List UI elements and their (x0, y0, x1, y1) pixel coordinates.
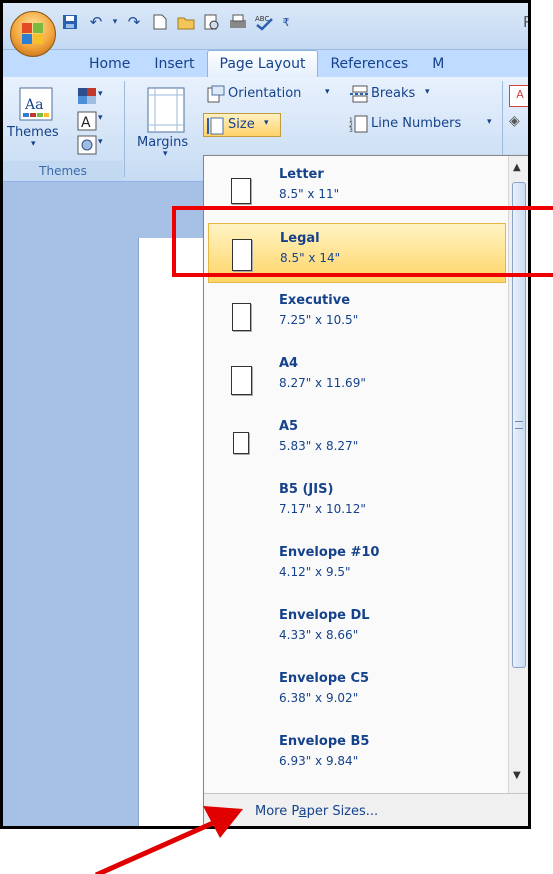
breaks-button[interactable]: Breaks ▾ (349, 83, 449, 105)
more-paper-sizes-label: More Paper Sizes... (255, 804, 379, 819)
print-preview-icon[interactable] (201, 11, 223, 33)
chevron-down-icon: ▾ (264, 118, 269, 128)
paper-sheet-icon (231, 303, 251, 331)
paper-size-name: Executive (279, 293, 351, 308)
theme-fonts-icon: A (77, 111, 97, 131)
annotation-highlight-box (172, 206, 553, 277)
spelling-icon[interactable]: ABC (253, 11, 275, 33)
office-button[interactable] (10, 11, 56, 57)
svg-text:Aa: Aa (24, 97, 43, 113)
office-logo-icon (22, 23, 44, 45)
save-icon[interactable] (59, 11, 81, 33)
paper-sheet-icon (231, 178, 251, 204)
orientation-button[interactable]: Orientation ▾ (207, 83, 347, 105)
watermark-icon[interactable]: A (509, 85, 528, 107)
paper-sheet-icon (230, 365, 252, 395)
breaks-icon (350, 85, 369, 103)
chevron-down-icon: ▾ (98, 89, 103, 99)
themes-dropdown-icon: ▾ (31, 139, 36, 149)
margins-button[interactable]: Margins ▾ (133, 87, 199, 159)
svg-text:ABC: ABC (255, 15, 269, 23)
customize-toolbar-icon[interactable]: ₹ (279, 11, 293, 33)
paper-size-name: Envelope #10 (279, 545, 380, 560)
theme-fonts-button[interactable]: A ▾ (77, 111, 107, 131)
paper-size-item[interactable]: Executive 7.25" x 10.5" (208, 286, 506, 346)
paper-size-dimensions: 5.83" x 8.27" (279, 439, 359, 453)
orientation-label: Orientation (228, 86, 302, 101)
size-label: Size (228, 117, 255, 132)
paper-size-dimensions: 4.12" x 9.5" (279, 565, 351, 579)
paper-size-name: A4 (279, 356, 299, 371)
undo-dropdown-icon[interactable]: ▾ (111, 11, 119, 33)
paper-size-item[interactable]: A4 8.27" x 11.69" (208, 349, 506, 409)
paper-size-dimensions: 4.33" x 8.66" (279, 628, 359, 642)
svg-text:3: 3 (349, 127, 353, 133)
tab-home[interactable]: Home (59, 51, 142, 77)
paper-size-dimensions: 6.38" x 9.02" (279, 691, 359, 705)
chevron-down-icon: ▾ (487, 117, 492, 127)
open-folder-icon[interactable] (175, 11, 197, 33)
tab-page-layout[interactable]: Page Layout (206, 50, 319, 77)
tab-insert[interactable]: Insert (142, 51, 206, 77)
more-paper-sizes-item[interactable]: More Paper Sizes... (204, 793, 528, 826)
window-title: P (523, 13, 528, 31)
scroll-down-icon[interactable]: ▼ (513, 770, 521, 781)
paper-size-item[interactable]: Envelope C5 6.38" x 9.02" (208, 664, 506, 724)
paper-size-dimensions: 7.17" x 10.12" (279, 502, 366, 516)
word-window: P ↶ ▾ ↷ ABC ₹ Home (0, 0, 531, 829)
chevron-down-icon: ▾ (98, 137, 103, 147)
size-icon (207, 117, 224, 135)
svg-text:A: A (81, 115, 91, 131)
paper-size-item[interactable]: Envelope DL 4.33" x 8.66" (208, 601, 506, 661)
tab-references[interactable]: References (318, 51, 420, 77)
line-numbers-label: Line Numbers (371, 116, 462, 131)
theme-effects-icon (77, 135, 97, 155)
paper-size-dimensions: 7.25" x 10.5" (279, 313, 359, 327)
grip-icon (515, 421, 523, 429)
paper-size-dimensions: 8.27" x 11.69" (279, 376, 366, 390)
theme-colors-icon (78, 88, 96, 104)
redo-icon[interactable]: ↷ (123, 11, 145, 33)
orientation-icon (207, 85, 225, 103)
margins-dropdown-icon: ▾ (163, 149, 168, 159)
line-numbers-icon: 123 (349, 115, 368, 133)
breaks-label: Breaks (371, 86, 416, 101)
paper-size-name: Envelope DL (279, 608, 370, 623)
paper-sheet-icon (233, 432, 249, 454)
margins-label: Margins (137, 135, 189, 150)
line-numbers-button[interactable]: 123 Line Numbers ▾ (349, 113, 499, 135)
themes-label: Themes (7, 125, 59, 140)
ribbon-tabs: Home Insert Page Layout References M (59, 49, 456, 77)
paper-size-name: Envelope B5 (279, 734, 370, 749)
paper-size-item[interactable]: Envelope #10 4.12" x 9.5" (208, 538, 506, 598)
chevron-down-icon: ▾ (425, 87, 430, 97)
tab-mailings[interactable]: M (420, 51, 456, 77)
document-page[interactable] (138, 238, 209, 826)
scroll-up-icon[interactable]: ▲ (513, 162, 521, 173)
paper-size-item[interactable]: Envelope B5 6.93" x 9.84" (208, 727, 506, 787)
paper-size-dimensions: 8.5" x 11" (279, 187, 340, 201)
new-document-icon[interactable] (149, 11, 171, 33)
chevron-down-icon: ▾ (325, 87, 330, 97)
group-divider (124, 81, 125, 177)
paper-size-name: A5 (279, 419, 299, 434)
margins-icon (147, 87, 185, 133)
paper-size-item[interactable]: B5 (JIS) 7.17" x 10.12" (208, 475, 506, 535)
themes-icon: Aa (19, 87, 53, 121)
themes-button[interactable]: Aa Themes ▾ (7, 87, 69, 151)
print-icon[interactable] (227, 11, 249, 33)
page-color-icon[interactable]: ◈ (509, 113, 528, 133)
paper-size-name: B5 (JIS) (279, 482, 334, 497)
undo-icon[interactable]: ↶ (85, 11, 107, 33)
themes-group-label: Themes (3, 161, 123, 181)
theme-effects-button[interactable]: ▾ (77, 135, 107, 155)
chevron-down-icon: ▾ (98, 113, 103, 123)
paper-size-name: Envelope C5 (279, 671, 370, 686)
quick-access-toolbar: ↶ ▾ ↷ ABC ₹ (59, 9, 293, 35)
paper-size-item[interactable]: A5 5.83" x 8.27" (208, 412, 506, 472)
theme-colors-button[interactable]: ▾ (77, 87, 107, 107)
paper-size-name: Letter (279, 167, 324, 182)
paper-size-dimensions: 6.93" x 9.84" (279, 754, 359, 768)
size-button[interactable]: Size ▾ (203, 113, 281, 137)
